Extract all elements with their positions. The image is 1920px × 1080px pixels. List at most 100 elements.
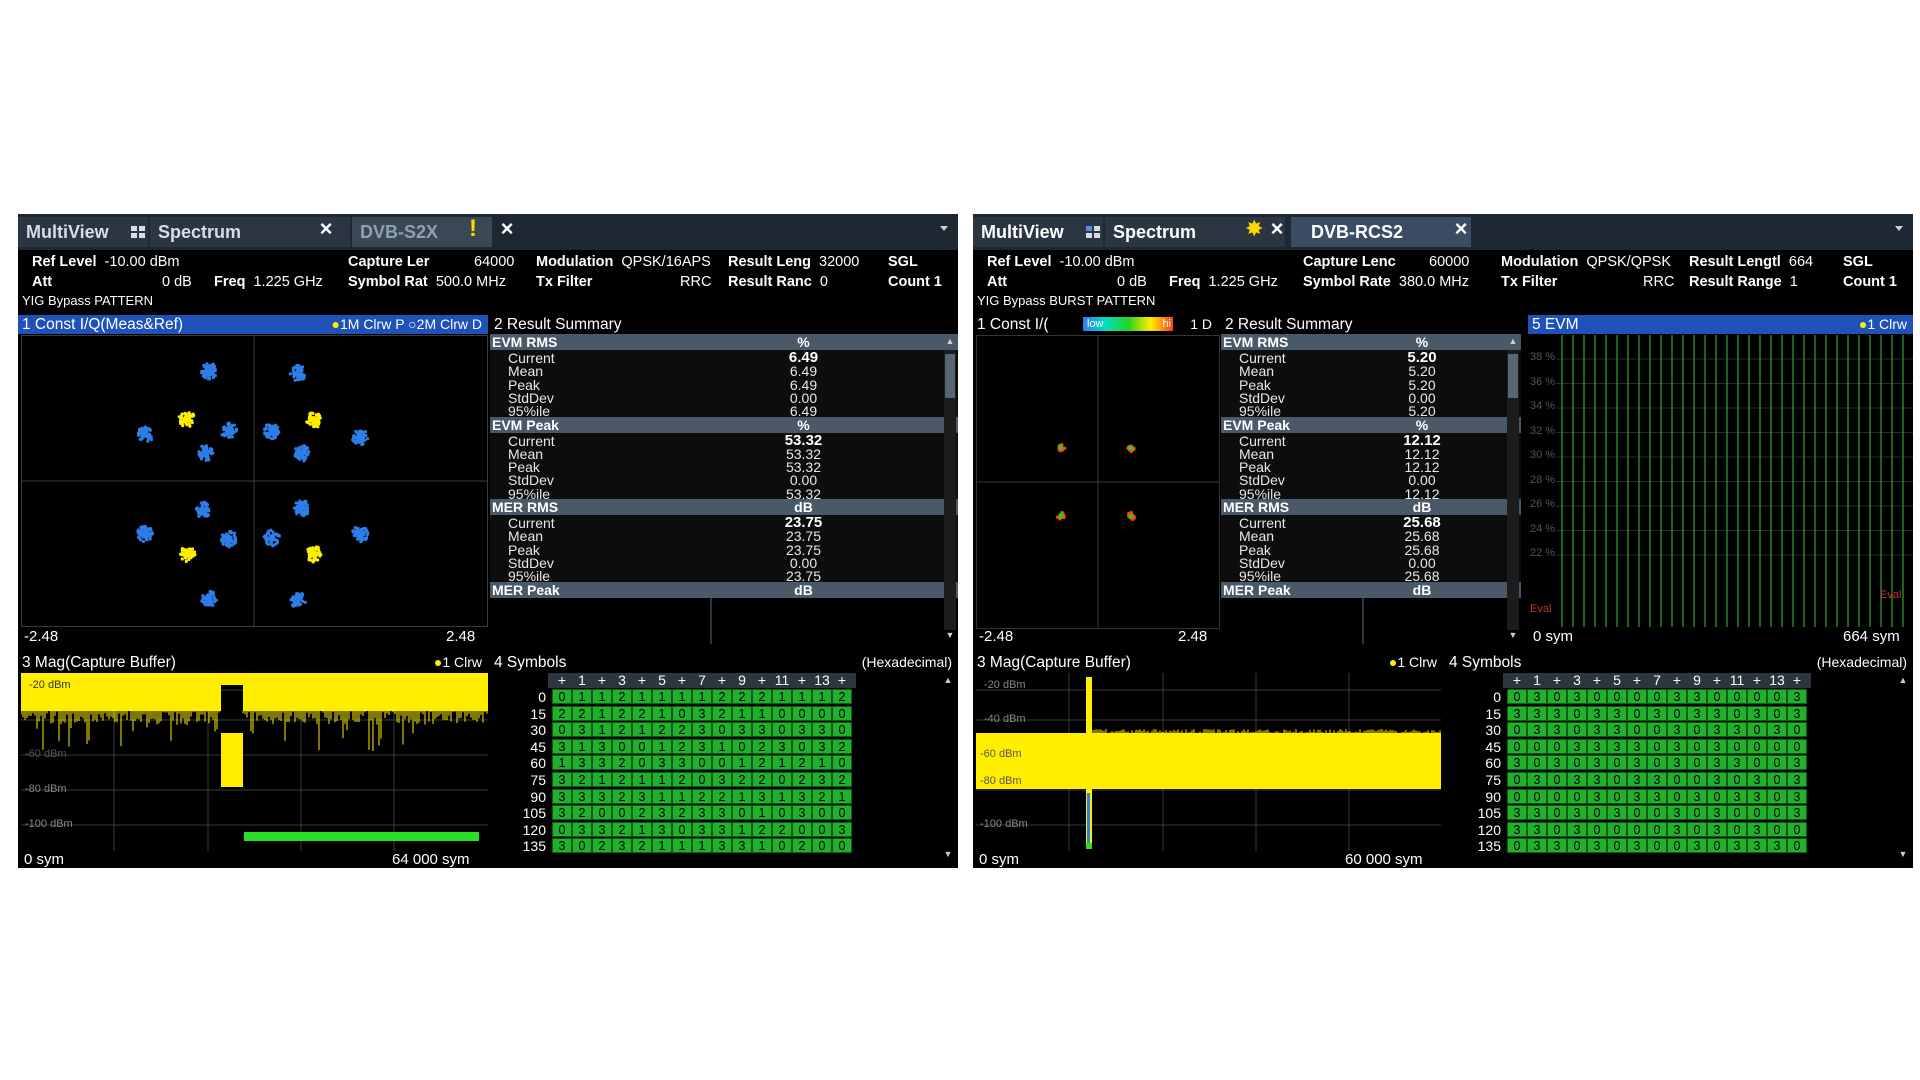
symbol-cell: 3: [1647, 772, 1667, 787]
result-summary-header[interactable]: 2 Result Summary: [490, 315, 958, 334]
symbol-cell: 3: [572, 722, 592, 737]
symbol-cell: 2: [752, 755, 772, 770]
symbol-cell: 0: [1607, 755, 1627, 770]
close-tab-icon[interactable]: ×: [1266, 218, 1288, 240]
scroll-down-icon[interactable]: ▼: [944, 630, 956, 640]
result-summary-header[interactable]: 2 Result Summary: [1221, 315, 1521, 334]
evm-panel-header[interactable]: 5 EVM ●1 Clrw: [1528, 315, 1913, 334]
close-tab-icon[interactable]: ×: [315, 218, 337, 240]
evm-trace: [1528, 335, 1913, 627]
symbols-column-header: 5: [1607, 673, 1627, 688]
scrollbar-thumb[interactable]: [1508, 354, 1518, 398]
scroll-up-icon[interactable]: ▲: [1507, 336, 1519, 346]
symbol-rate: Symbol Rate 380.0 MHz: [1303, 274, 1469, 290]
symbol-cell: 0: [1567, 722, 1587, 737]
close-tab-icon[interactable]: ×: [496, 218, 518, 240]
att-value: 0 dB: [1117, 274, 1147, 290]
symbol-cell: 1: [652, 689, 672, 704]
chevron-down-icon[interactable]: [940, 226, 948, 231]
scrollbar[interactable]: [944, 350, 956, 630]
colorbar-low-label: low: [1087, 315, 1104, 334]
axis-x-max: 60 000 sym: [1345, 851, 1423, 868]
chevron-down-icon[interactable]: [1895, 226, 1903, 231]
symbol-cell: 1: [812, 755, 832, 770]
scrollbar[interactable]: [1507, 350, 1519, 630]
constellation-point: [294, 444, 311, 462]
mag-panel-header[interactable]: 3 Mag(Capture Buffer) ●1 Clrw: [18, 653, 488, 672]
result-length: Result Lengtl 664: [1689, 254, 1813, 270]
symbols-panel-header[interactable]: 4 Symbols (Hexadecimal): [490, 653, 958, 672]
symbol-cell: 1: [772, 689, 792, 704]
symbol-cell: 3: [1687, 838, 1707, 853]
symbol-cell: 2: [712, 706, 732, 721]
axis-y-label: 28 %: [1530, 474, 1555, 486]
constellation-plot[interactable]: [976, 335, 1220, 629]
symbol-cell: 2: [832, 689, 852, 704]
symbols-row-label: 60: [490, 755, 546, 771]
symbols-column-header: +: [632, 673, 652, 688]
symbol-cell: 0: [1727, 822, 1747, 837]
yig-bypass-label: YIG Bypass BURST PATTERN: [977, 293, 1155, 308]
constellation-point: [195, 501, 211, 518]
constellation-point: [137, 425, 153, 442]
tab-multiview[interactable]: MultiView: [18, 217, 148, 247]
scroll-up-icon[interactable]: ▲: [944, 336, 956, 346]
symbol-cell: 3: [1547, 838, 1567, 853]
mag-panel-header[interactable]: 3 Mag(Capture Buffer) ●1 Clrw: [973, 653, 1443, 672]
symbol-cell: 0: [572, 838, 592, 853]
constellation-point: [220, 422, 238, 439]
count-label: Count 1: [1843, 274, 1897, 290]
symbols-row-label: 0: [1445, 689, 1501, 705]
symbol-cell: 2: [632, 706, 652, 721]
yig-bypass-label: YIG Bypass PATTERN: [22, 293, 153, 308]
symbol-cell: 2: [832, 739, 852, 754]
symbol-cell: 3: [1587, 706, 1607, 721]
symbol-cell: 1: [592, 689, 612, 704]
magnitude-plot[interactable]: -20 dBm -60 dBm -80 dBm -100 dBm: [21, 673, 488, 851]
symbol-cell: 1: [652, 772, 672, 787]
tx-filter-value: RRC: [1643, 274, 1674, 290]
scroll-up-icon[interactable]: ▲: [1897, 675, 1909, 685]
section-unit: dB: [710, 582, 897, 598]
symbol-cell: 1: [792, 689, 812, 704]
symbol-cell: 3: [1707, 805, 1727, 820]
scrollbar-thumb[interactable]: [945, 354, 955, 398]
symbol-cell: 0: [792, 822, 812, 837]
symbol-cell: 3: [592, 739, 612, 754]
symbols-column-header: +: [1507, 673, 1527, 688]
section-unit: dB: [710, 499, 897, 515]
symbols-panel-header[interactable]: 4 Symbols (Hexadecimal): [1445, 653, 1913, 672]
scroll-down-icon[interactable]: ▼: [1897, 849, 1909, 859]
axis-y-label: -60 dBm: [25, 748, 67, 760]
tab-multiview[interactable]: MultiView: [973, 217, 1103, 247]
scroll-down-icon[interactable]: ▼: [942, 849, 954, 859]
symbol-cell: 0: [1727, 706, 1747, 721]
scroll-up-icon[interactable]: ▲: [942, 675, 954, 685]
tab-label: Spectrum: [1113, 217, 1196, 247]
symbol-cell: 0: [1507, 772, 1527, 787]
symbols-column-header: 3: [612, 673, 632, 688]
const-panel-header[interactable]: 1 Const I/( low hi 1 D: [973, 315, 1218, 334]
evm-plot[interactable]: 38 % 36 % 34 % 32 % 30 % 28 % 26 % 24 % 22 % Eva…: [1528, 335, 1913, 627]
tab-dvb-rcs2[interactable]: DVB-RCS2: [1291, 217, 1471, 247]
scroll-down-icon[interactable]: ▼: [1507, 630, 1519, 640]
symbol-cell: 0: [1627, 706, 1647, 721]
panel-title: 1 Const I/(: [977, 316, 1049, 333]
close-tab-icon[interactable]: ×: [1450, 218, 1472, 240]
symbol-cell: 3: [1627, 838, 1647, 853]
symbols-row-label: 45: [1445, 739, 1501, 755]
symbol-cell: 1: [632, 722, 652, 737]
symbol-cell: 1: [652, 838, 672, 853]
symbol-cell: 2: [572, 706, 592, 721]
symbol-cell: 1: [692, 838, 712, 853]
symbol-cell: 2: [792, 755, 812, 770]
capture-length-value: 60000: [1429, 254, 1469, 270]
symbol-cell: 3: [1787, 789, 1807, 804]
symbol-cell: 3: [1547, 722, 1567, 737]
symbol-cell: 3: [1607, 739, 1627, 754]
const-panel-header[interactable]: 1 Const I/Q(Meas&Ref) ●1M Clrw P ○2M Clr…: [18, 315, 488, 334]
symbol-cell: 0: [812, 706, 832, 721]
constellation-plot[interactable]: [21, 335, 488, 627]
symbol-cell: 0: [1707, 838, 1727, 853]
magnitude-plot[interactable]: -20 dBm -40 dBm -60 dBm -80 dBm -100 dBm: [976, 673, 1441, 851]
